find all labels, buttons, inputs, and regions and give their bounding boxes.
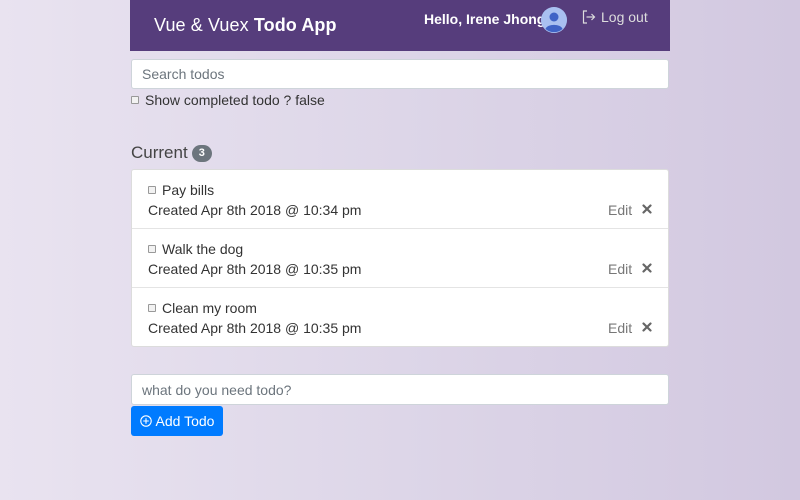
edit-todo-button[interactable]: Edit bbox=[608, 261, 632, 277]
todo-list: Pay bills Created Apr 8th 2018 @ 10:34 p… bbox=[131, 169, 669, 347]
todo-title: Clean my room bbox=[162, 300, 257, 316]
todo-created-date: Created Apr 8th 2018 @ 10:34 pm bbox=[148, 202, 362, 218]
todo-title: Walk the dog bbox=[162, 241, 244, 257]
remove-todo-icon[interactable] bbox=[642, 263, 652, 273]
todo-created-date: Created Apr 8th 2018 @ 10:35 pm bbox=[148, 320, 362, 336]
brand-bold: Todo App bbox=[253, 15, 337, 35]
todo-created-date: Created Apr 8th 2018 @ 10:35 pm bbox=[148, 261, 362, 277]
show-completed-checkbox[interactable] bbox=[131, 96, 139, 104]
remove-todo-icon[interactable] bbox=[642, 322, 652, 332]
edit-todo-button[interactable]: Edit bbox=[608, 202, 632, 218]
navbar: Vue & Vuex Todo App Hello, Irene Jhong L… bbox=[130, 0, 670, 51]
todo-complete-checkbox[interactable] bbox=[148, 304, 156, 312]
search-input[interactable] bbox=[131, 59, 669, 89]
edit-todo-button[interactable]: Edit bbox=[608, 320, 632, 336]
plus-circle-icon bbox=[139, 415, 152, 427]
todo-complete-checkbox[interactable] bbox=[148, 245, 156, 253]
user-greeting: Hello, Irene Jhong bbox=[424, 11, 546, 27]
show-completed-toggle[interactable]: Show completed todo ? false bbox=[131, 92, 325, 108]
todo-item: Pay bills Created Apr 8th 2018 @ 10:34 p… bbox=[132, 170, 668, 229]
show-completed-label: Show completed todo ? false bbox=[145, 92, 325, 108]
add-todo-label: Add Todo bbox=[155, 413, 215, 429]
logout-icon bbox=[582, 10, 596, 24]
remove-todo-icon[interactable] bbox=[642, 204, 652, 214]
logout-label: Log out bbox=[601, 9, 648, 25]
brand-prefix: Vue & Vuex bbox=[154, 15, 249, 35]
todo-item: Clean my room Created Apr 8th 2018 @ 10:… bbox=[132, 288, 668, 346]
todo-title-row: Walk the dog bbox=[148, 241, 243, 257]
todo-item: Walk the dog Created Apr 8th 2018 @ 10:3… bbox=[132, 229, 668, 288]
todo-title: Pay bills bbox=[162, 182, 215, 198]
user-avatar-icon[interactable] bbox=[541, 7, 567, 33]
current-title: Current bbox=[131, 143, 188, 162]
new-todo-input[interactable] bbox=[131, 374, 669, 405]
todo-title-row: Clean my room bbox=[148, 300, 257, 316]
todo-title-row: Pay bills bbox=[148, 182, 214, 198]
current-section-title: Current 3 bbox=[131, 143, 212, 163]
app-brand[interactable]: Vue & Vuex Todo App bbox=[154, 15, 337, 36]
add-todo-button[interactable]: Add Todo bbox=[131, 406, 223, 436]
current-count-badge: 3 bbox=[191, 144, 212, 162]
logout-link[interactable]: Log out bbox=[582, 9, 648, 25]
todo-complete-checkbox[interactable] bbox=[148, 186, 156, 194]
